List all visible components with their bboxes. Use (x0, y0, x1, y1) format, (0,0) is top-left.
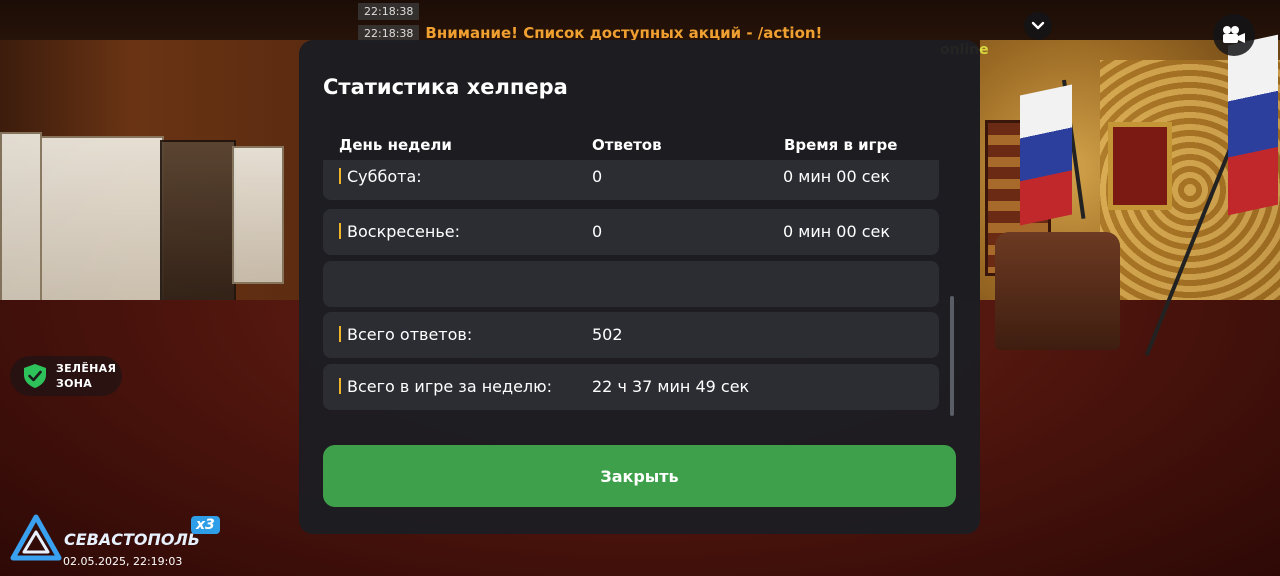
server-city: СЕВАСТОПОЛЬ (64, 530, 200, 549)
cabinet (232, 146, 284, 284)
shield-check-icon (24, 364, 46, 388)
row-answers: 22 ч 37 мин 49 сек (592, 377, 750, 396)
picture-frame (1108, 122, 1172, 210)
camera-icon (1223, 26, 1245, 43)
row-day: Всего в игре за неделю: (347, 377, 552, 396)
row-time: 0 мин 00 сек (783, 222, 891, 241)
column-header-answers: Ответов (592, 136, 662, 154)
server-datetime: 02.05.2025, 22:19:03 (63, 555, 183, 568)
row-day: Всего ответов: (347, 325, 473, 344)
zone-label: ЗЕЛЁНАЯ ЗОНА (56, 362, 117, 390)
table-row: Воскресенье: 0 0 мин 00 сек (323, 209, 939, 255)
chat-log: 22:18:38 22:18:38 Внимание! Список досту… (358, 0, 1018, 44)
dialog-title: Статистика хелпера (323, 75, 568, 99)
chat-line: 22:18:38 (358, 0, 1018, 22)
row-answers: 502 (592, 325, 623, 344)
chat-time: 22:18:38 (358, 2, 420, 20)
column-header-time: Время в игре (784, 136, 898, 154)
row-day: Суббота: (347, 167, 422, 186)
table-row-total-answers: Всего ответов: 502 (323, 312, 939, 358)
table-row: Суббота: 0 0 мин 00 сек (323, 160, 939, 200)
green-zone-indicator: ЗЕЛЁНАЯ ЗОНА (10, 356, 122, 396)
row-answers: 0 (592, 167, 603, 186)
camera-button[interactable] (1213, 14, 1255, 56)
scrollbar[interactable] (950, 296, 954, 416)
chevron-down-icon (1031, 21, 1045, 30)
helper-stats-dialog: Статистика хелпера День недели Ответов В… (299, 40, 980, 534)
row-time: 0 мин 00 сек (783, 167, 891, 186)
row-accent (339, 223, 341, 239)
row-accent (339, 168, 341, 184)
flag (1228, 34, 1278, 216)
row-day: Воскресенье: (347, 222, 460, 241)
close-button[interactable]: Закрыть (323, 445, 956, 507)
chat-toggle-button[interactable] (1024, 12, 1052, 40)
row-accent (339, 378, 341, 394)
chat-time: 22:18:38 (358, 24, 420, 42)
table-row-total-time: Всего в игре за неделю: 22 ч 37 мин 49 с… (323, 364, 939, 410)
server-logo (10, 514, 62, 561)
multiplier-badge: x3 (191, 516, 220, 534)
flag (1020, 84, 1072, 226)
row-answers: 0 (592, 222, 603, 241)
stats-table[interactable]: Суббота: 0 0 мин 00 сек Воскресенье: 0 0… (323, 160, 939, 416)
column-header-day: День недели (339, 136, 452, 154)
armchair (995, 232, 1120, 350)
row-accent (339, 326, 341, 342)
table-row-empty (323, 261, 939, 307)
cabinet (160, 140, 236, 304)
